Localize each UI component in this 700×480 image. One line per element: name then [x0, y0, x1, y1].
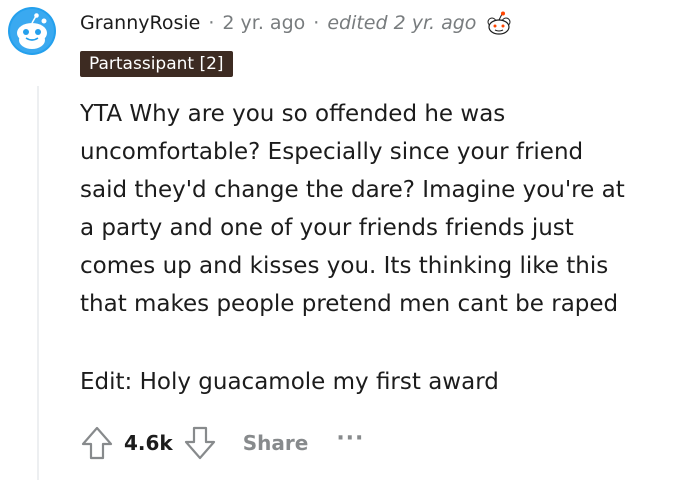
comment-line: comes up and kisses you. Its thinking li…: [80, 253, 609, 279]
comment-line: that makes people pretend men cant be ra…: [80, 291, 619, 317]
username[interactable]: GrannyRosie: [80, 12, 200, 34]
comment-header: GrannyRosie · 2 yr. ago · edited 2 yr. a…: [80, 9, 514, 37]
comment-line: a party and one of your friends friends …: [80, 215, 574, 241]
comment-actions: 4.6k Share ···: [80, 423, 364, 463]
edit-note: Edit: Holy guacamole my first award: [80, 369, 499, 395]
share-button[interactable]: Share: [243, 431, 309, 455]
comment-line: uncomfortable? Especially since your fri…: [80, 139, 584, 165]
award-icon[interactable]: [484, 10, 514, 36]
upvote-arrow-icon[interactable]: [80, 425, 114, 461]
avatar[interactable]: [8, 7, 56, 55]
separator-dot: ·: [313, 12, 320, 34]
separator-dot: ·: [208, 12, 215, 34]
timestamp[interactable]: 2 yr. ago: [222, 12, 305, 34]
comment-line: YTA Why are you so offended he was: [80, 101, 506, 127]
edited-label: edited 2 yr. ago: [327, 12, 477, 34]
thread-line[interactable]: [37, 86, 39, 480]
vote-score: 4.6k: [124, 431, 173, 455]
snoo-avatar-icon: [8, 7, 56, 55]
user-flair: Partassipant [2]: [80, 51, 233, 77]
comment-line: said they'd change the dare? Imagine you…: [80, 177, 625, 203]
downvote-arrow-icon[interactable]: [183, 425, 217, 461]
more-options-button[interactable]: ···: [336, 426, 364, 451]
comment-body: YTA Why are you so offended he was uncom…: [80, 95, 690, 323]
